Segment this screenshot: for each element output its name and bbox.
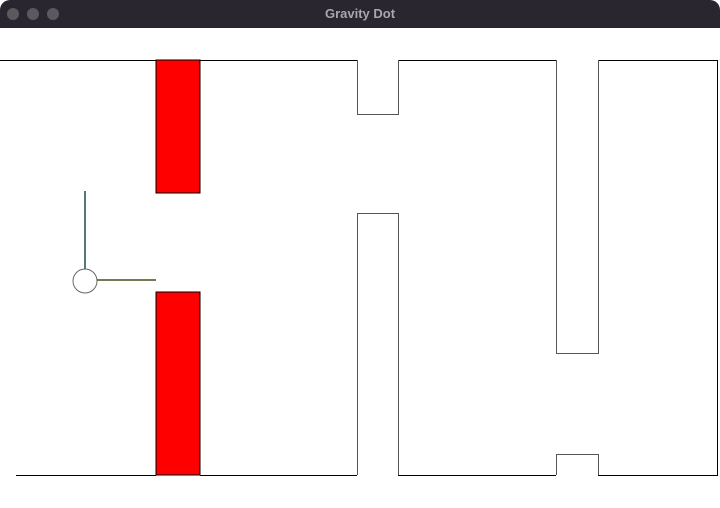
player-dot-icon[interactable]	[72, 268, 98, 294]
upper-pillar-notch	[357, 60, 399, 115]
hanging-pillar	[556, 60, 599, 354]
lower-pillar	[357, 213, 399, 475]
game-board[interactable]	[0, 28, 720, 508]
upper-red-block	[155, 59, 201, 194]
title-bar[interactable]: Gravity Dot	[0, 0, 720, 28]
window-title: Gravity Dot	[324, 6, 396, 21]
floor-bump	[556, 454, 599, 475]
game-canvas[interactable]	[0, 28, 720, 508]
app-window: Gravity Dot	[0, 0, 720, 508]
lower-red-block	[155, 291, 201, 476]
